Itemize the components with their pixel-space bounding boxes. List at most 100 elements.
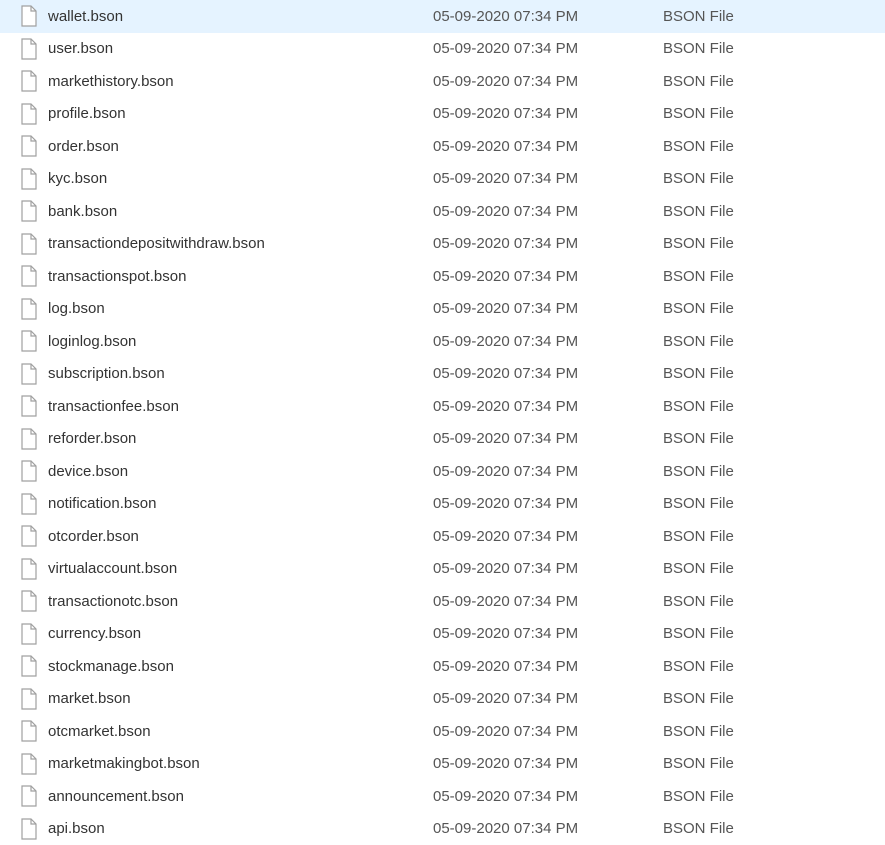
file-date: 05-09-2020 07:34 PM	[433, 658, 663, 675]
file-icon	[20, 720, 38, 742]
file-row[interactable]: notification.bson05-09-2020 07:34 PMBSON…	[0, 488, 885, 521]
file-type: BSON File	[663, 690, 734, 707]
file-date: 05-09-2020 07:34 PM	[433, 690, 663, 707]
file-icon	[20, 590, 38, 612]
file-row[interactable]: reforder.bson05-09-2020 07:34 PMBSON Fil…	[0, 423, 885, 456]
file-name: currency.bson	[48, 625, 433, 642]
file-name: reforder.bson	[48, 430, 433, 447]
file-row[interactable]: user.bson05-09-2020 07:34 PMBSON File	[0, 33, 885, 66]
file-type: BSON File	[663, 365, 734, 382]
file-icon	[20, 785, 38, 807]
file-date: 05-09-2020 07:34 PM	[433, 40, 663, 57]
file-type: BSON File	[663, 788, 734, 805]
file-type: BSON File	[663, 333, 734, 350]
file-row[interactable]: wallet.bson05-09-2020 07:34 PMBSON File	[0, 0, 885, 33]
file-date: 05-09-2020 07:34 PM	[433, 528, 663, 545]
file-date: 05-09-2020 07:34 PM	[433, 495, 663, 512]
file-type: BSON File	[663, 463, 734, 480]
file-name: order.bson	[48, 138, 433, 155]
file-date: 05-09-2020 07:34 PM	[433, 203, 663, 220]
file-name: transactionspot.bson	[48, 268, 433, 285]
file-date: 05-09-2020 07:34 PM	[433, 268, 663, 285]
file-type: BSON File	[663, 268, 734, 285]
file-name: transactiondepositwithdraw.bson	[48, 235, 433, 252]
file-row[interactable]: announcement.bson05-09-2020 07:34 PMBSON…	[0, 780, 885, 813]
file-row[interactable]: order.bson05-09-2020 07:34 PMBSON File	[0, 130, 885, 163]
file-type: BSON File	[663, 430, 734, 447]
file-type: BSON File	[663, 755, 734, 772]
file-name: bank.bson	[48, 203, 433, 220]
file-row[interactable]: log.bson05-09-2020 07:34 PMBSON File	[0, 293, 885, 326]
file-name: transactionotc.bson	[48, 593, 433, 610]
file-row[interactable]: markethistory.bson05-09-2020 07:34 PMBSO…	[0, 65, 885, 98]
file-row[interactable]: device.bson05-09-2020 07:34 PMBSON File	[0, 455, 885, 488]
file-date: 05-09-2020 07:34 PM	[433, 333, 663, 350]
file-type: BSON File	[663, 40, 734, 57]
file-icon	[20, 135, 38, 157]
file-type: BSON File	[663, 235, 734, 252]
file-icon	[20, 298, 38, 320]
file-icon	[20, 623, 38, 645]
file-date: 05-09-2020 07:34 PM	[433, 593, 663, 610]
file-date: 05-09-2020 07:34 PM	[433, 755, 663, 772]
file-row[interactable]: otcmarket.bson05-09-2020 07:34 PMBSON Fi…	[0, 715, 885, 748]
file-name: notification.bson	[48, 495, 433, 512]
file-icon	[20, 428, 38, 450]
file-name: wallet.bson	[48, 8, 433, 25]
file-row[interactable]: currency.bson05-09-2020 07:34 PMBSON Fil…	[0, 618, 885, 651]
file-row[interactable]: profile.bson05-09-2020 07:34 PMBSON File	[0, 98, 885, 131]
file-icon	[20, 38, 38, 60]
file-icon	[20, 103, 38, 125]
file-name: market.bson	[48, 690, 433, 707]
file-icon	[20, 168, 38, 190]
file-row[interactable]: kyc.bson05-09-2020 07:34 PMBSON File	[0, 163, 885, 196]
file-date: 05-09-2020 07:34 PM	[433, 365, 663, 382]
file-date: 05-09-2020 07:34 PM	[433, 463, 663, 480]
file-date: 05-09-2020 07:34 PM	[433, 398, 663, 415]
file-date: 05-09-2020 07:34 PM	[433, 560, 663, 577]
file-row[interactable]: loginlog.bson05-09-2020 07:34 PMBSON Fil…	[0, 325, 885, 358]
file-row[interactable]: virtualaccount.bson05-09-2020 07:34 PMBS…	[0, 553, 885, 586]
file-row[interactable]: otcorder.bson05-09-2020 07:34 PMBSON Fil…	[0, 520, 885, 553]
file-name: announcement.bson	[48, 788, 433, 805]
file-icon	[20, 265, 38, 287]
file-row[interactable]: transactiondepositwithdraw.bson05-09-202…	[0, 228, 885, 261]
file-date: 05-09-2020 07:34 PM	[433, 723, 663, 740]
file-date: 05-09-2020 07:34 PM	[433, 73, 663, 90]
file-type: BSON File	[663, 398, 734, 415]
file-type: BSON File	[663, 170, 734, 187]
file-row[interactable]: marketmakingbot.bson05-09-2020 07:34 PMB…	[0, 748, 885, 781]
file-row[interactable]: transactionotc.bson05-09-2020 07:34 PMBS…	[0, 585, 885, 618]
file-date: 05-09-2020 07:34 PM	[433, 138, 663, 155]
file-icon	[20, 395, 38, 417]
file-icon	[20, 493, 38, 515]
file-row[interactable]: market.bson05-09-2020 07:34 PMBSON File	[0, 683, 885, 716]
file-row[interactable]: transactionfee.bson05-09-2020 07:34 PMBS…	[0, 390, 885, 423]
file-icon	[20, 200, 38, 222]
file-date: 05-09-2020 07:34 PM	[433, 788, 663, 805]
file-name: transactionfee.bson	[48, 398, 433, 415]
file-name: stockmanage.bson	[48, 658, 433, 675]
file-name: virtualaccount.bson	[48, 560, 433, 577]
file-icon	[20, 558, 38, 580]
file-date: 05-09-2020 07:34 PM	[433, 235, 663, 252]
file-row[interactable]: stockmanage.bson05-09-2020 07:34 PMBSON …	[0, 650, 885, 683]
file-name: profile.bson	[48, 105, 433, 122]
file-icon	[20, 688, 38, 710]
file-type: BSON File	[663, 203, 734, 220]
file-name: subscription.bson	[48, 365, 433, 382]
file-row[interactable]: transactionspot.bson05-09-2020 07:34 PMB…	[0, 260, 885, 293]
file-row[interactable]: subscription.bson05-09-2020 07:34 PMBSON…	[0, 358, 885, 391]
file-icon	[20, 525, 38, 547]
file-type: BSON File	[663, 723, 734, 740]
file-date: 05-09-2020 07:34 PM	[433, 170, 663, 187]
file-date: 05-09-2020 07:34 PM	[433, 625, 663, 642]
file-icon	[20, 460, 38, 482]
file-icon	[20, 233, 38, 255]
file-type: BSON File	[663, 138, 734, 155]
file-row[interactable]: bank.bson05-09-2020 07:34 PMBSON File	[0, 195, 885, 228]
file-icon	[20, 70, 38, 92]
file-icon	[20, 330, 38, 352]
file-type: BSON File	[663, 73, 734, 90]
file-icon	[20, 363, 38, 385]
